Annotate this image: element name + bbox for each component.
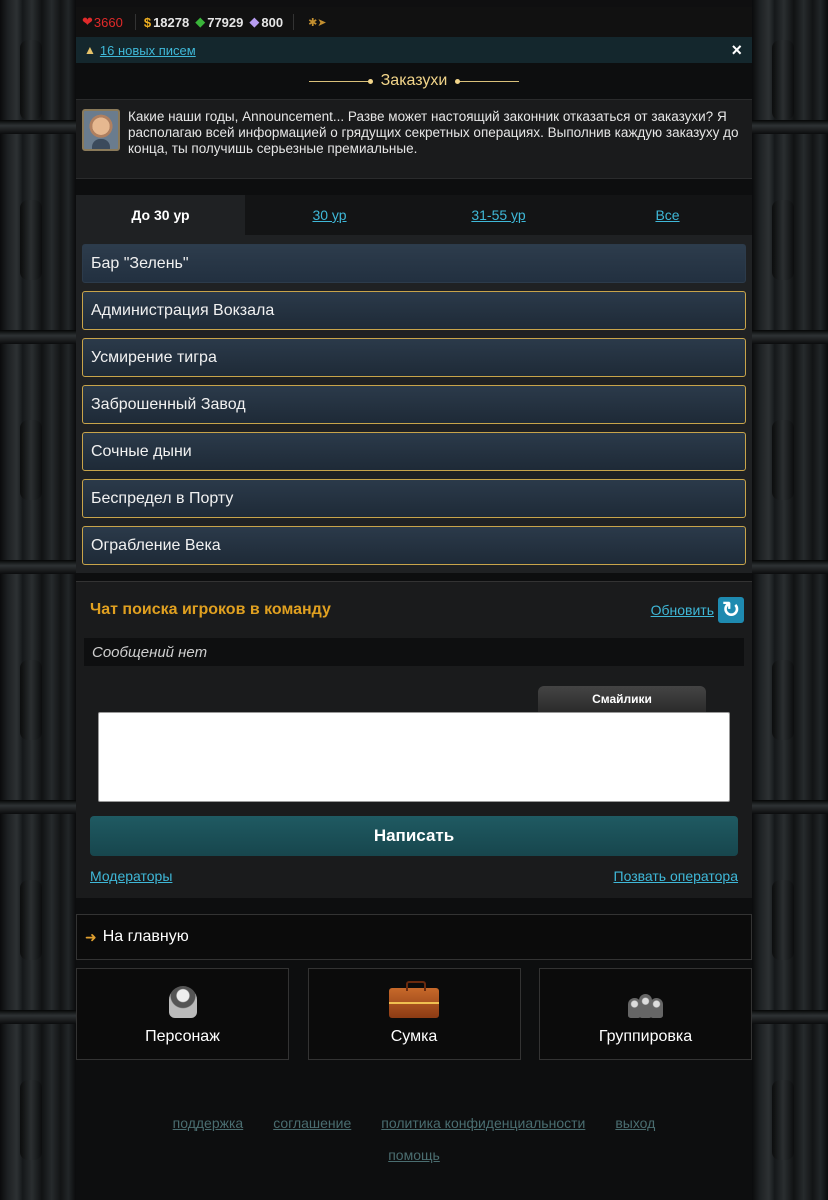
npc-intro-text: Какие наши годы, Announcement... Разве м…: [128, 109, 739, 156]
section-divider: [76, 573, 752, 582]
send-button[interactable]: Написать: [90, 816, 738, 856]
status-divider: [293, 14, 295, 30]
npc-avatar: [82, 109, 120, 151]
npc-intro: Какие наши годы, Announcement... Разве м…: [76, 99, 752, 179]
call-operator-link[interactable]: Позвать оператора: [614, 868, 739, 884]
quest-item[interactable]: Ограбление Века: [82, 526, 746, 565]
bottom-nav: Персонаж Сумка Группировка: [76, 968, 752, 1060]
chat-refresh: Обновить ↻: [651, 597, 744, 623]
bag-button[interactable]: Сумка: [307, 968, 521, 1060]
mail-icon: ▲: [84, 43, 96, 57]
money-value: 18278: [153, 14, 190, 30]
gem-icon: ◆: [195, 14, 206, 29]
home-icon: ➜: [85, 928, 97, 945]
group-icon: [626, 992, 666, 1018]
chat-title: Чат поиска игроков в команду: [90, 601, 331, 618]
bag-label: Сумка: [390, 1028, 438, 1045]
mail-notification-bar: ▲ 16 новых писем ×: [76, 37, 752, 63]
level-tabs: До 30 ур 30 ур 31-55 ур Все: [76, 195, 752, 235]
quest-item[interactable]: Сочные дыни: [82, 432, 746, 471]
page-title: Заказухи: [76, 63, 752, 99]
bag-icon: [389, 981, 439, 1018]
message-input[interactable]: [98, 712, 730, 802]
quest-item[interactable]: Беспредел в Порту: [82, 479, 746, 518]
heart-icon: ❤: [82, 14, 93, 29]
right-decor-pillar: [752, 0, 828, 1200]
agreement-link[interactable]: соглашение: [273, 1115, 351, 1131]
home-label: На главную: [102, 928, 189, 945]
main-container: ❤ 3660 $ 18278 ◆ 77929 ◆ 800 ✱➤ ▲ 16 нов…: [76, 7, 752, 1200]
privacy-link[interactable]: политика конфиденциальности: [381, 1115, 585, 1131]
crystal-icon: ◆: [249, 14, 260, 29]
close-icon[interactable]: ×: [731, 40, 742, 61]
title-ornament-right: [455, 78, 520, 84]
chat-messages: Сообщений нет: [84, 638, 744, 666]
tab-30[interactable]: 30 ур: [245, 195, 414, 235]
boost-icon[interactable]: ✱➤: [308, 16, 326, 29]
character-label: Персонаж: [145, 1028, 220, 1045]
support-link[interactable]: поддержка: [173, 1115, 244, 1131]
quest-list: Бар "Зелень" Администрация Вокзала Усмир…: [76, 235, 752, 573]
smileys-tab[interactable]: Смайлики: [538, 686, 706, 712]
help-link[interactable]: помощь: [388, 1147, 440, 1163]
refresh-icon[interactable]: ↻: [718, 597, 744, 623]
home-button[interactable]: ➜ На главную: [76, 914, 752, 960]
quest-item[interactable]: Заброшенный Завод: [82, 385, 746, 424]
title-ornament-left: [308, 78, 373, 84]
crystals-value: 800: [261, 14, 284, 30]
quest-item[interactable]: Администрация Вокзала: [82, 291, 746, 330]
gems-value: 77929: [207, 14, 244, 30]
group-label: Группировка: [598, 1028, 693, 1045]
character-icon: [168, 986, 197, 1018]
moderators-link[interactable]: Модераторы: [90, 868, 172, 884]
team-chat-panel: Чат поиска игроков в команду Обновить ↻ …: [76, 582, 752, 898]
tab-all[interactable]: Все: [583, 195, 752, 235]
quest-item[interactable]: Усмирение тигра: [82, 338, 746, 377]
status-divider: [134, 14, 136, 30]
refresh-link[interactable]: Обновить: [651, 602, 714, 618]
spacer: [76, 179, 752, 195]
status-bar: ❤ 3660 $ 18278 ◆ 77929 ◆ 800 ✱➤: [76, 7, 752, 37]
chat-header: Чат поиска игроков в команду Обновить ↻: [84, 582, 744, 638]
group-button[interactable]: Группировка: [539, 968, 752, 1060]
page-title-text: Заказухи: [380, 72, 448, 89]
logout-link[interactable]: выход: [615, 1115, 655, 1131]
dollar-icon: $: [143, 14, 152, 30]
chat-links: Модераторы Позвать оператора: [90, 868, 738, 884]
tab-31-55[interactable]: 31-55 ур: [414, 195, 583, 235]
left-decor-pillar: [0, 0, 76, 1200]
character-button[interactable]: Персонаж: [76, 968, 289, 1060]
new-mail-link[interactable]: 16 новых писем: [100, 43, 196, 58]
top-edge: [0, 0, 828, 7]
tab-up-to-30[interactable]: До 30 ур: [76, 195, 245, 235]
footer: поддержка соглашение политика конфиденци…: [76, 1115, 752, 1163]
quest-item[interactable]: Бар "Зелень": [82, 244, 746, 283]
health-value: 3660: [93, 14, 123, 30]
